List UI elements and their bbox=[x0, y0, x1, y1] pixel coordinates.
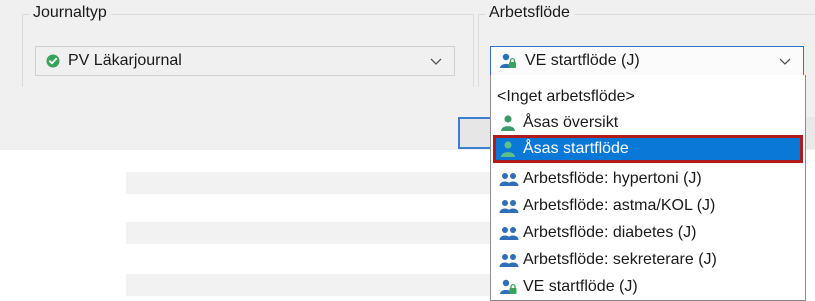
dropdown-item[interactable]: Åsas översikt bbox=[493, 109, 803, 137]
check-circle-icon bbox=[46, 54, 60, 68]
users-icon bbox=[499, 227, 519, 240]
dropdown-item-label: Åsas översikt bbox=[523, 114, 619, 131]
dropdown-item[interactable]: Arbetsflöde: sekreterare (J) bbox=[493, 246, 803, 274]
arbetsflode-label: Arbetsflöde bbox=[485, 3, 574, 23]
arbetsflode-select[interactable]: VE startflöde (J) bbox=[490, 46, 804, 76]
dropdown-item[interactable]: <Inget arbetsflöde> bbox=[493, 83, 803, 111]
dropdown-item[interactable]: Arbetsflöde: diabetes (J) bbox=[493, 219, 803, 247]
dropdown-item-selected[interactable]: Åsas startflöde bbox=[493, 135, 803, 163]
dropdown-item[interactable]: Arbetsflöde: hypertoni (J) bbox=[493, 165, 803, 193]
chevron-down-icon[interactable] bbox=[428, 53, 444, 69]
user-icon bbox=[501, 115, 515, 131]
dropdown-item[interactable]: VE startflöde (J) bbox=[493, 273, 803, 301]
dropdown-item-label: Arbetsflöde: astma/KOL (J) bbox=[523, 197, 716, 214]
arbetsflode-value: VE startflöde (J) bbox=[525, 52, 640, 69]
list-stripe bbox=[126, 222, 496, 244]
dropdown-item-label: Arbetsflöde: diabetes (J) bbox=[523, 224, 697, 241]
dropdown-item-label: Arbetsflöde: hypertoni (J) bbox=[523, 170, 702, 187]
dropdown-item[interactable]: Arbetsflöde: astma/KOL (J) bbox=[493, 192, 803, 220]
dropdown-item-label: VE startflöde (J) bbox=[523, 278, 638, 295]
users-icon bbox=[499, 200, 519, 213]
dropdown-item-label: Åsas startflöde bbox=[523, 140, 629, 157]
button-partial-right[interactable] bbox=[806, 117, 815, 149]
users-icon bbox=[499, 254, 519, 267]
chevron-down-icon[interactable] bbox=[777, 53, 793, 69]
users-icon bbox=[499, 173, 519, 186]
user-lock-icon bbox=[500, 53, 516, 68]
user-icon bbox=[501, 141, 515, 157]
journaltyp-select[interactable]: PV Läkarjournal bbox=[35, 46, 455, 76]
journaltyp-value: PV Läkarjournal bbox=[68, 52, 182, 69]
list-stripe bbox=[126, 274, 496, 296]
dropdown-item-label: Arbetsflöde: sekreterare (J) bbox=[523, 251, 717, 268]
journaltyp-label: Journaltyp bbox=[29, 3, 111, 23]
user-lock-icon bbox=[500, 279, 517, 294]
arbetsflode-dropdown-list[interactable]: <Inget arbetsflöde> Åsas översikt Åsas s… bbox=[490, 75, 806, 301]
dropdown-item-label: <Inget arbetsflöde> bbox=[497, 88, 635, 105]
list-stripe bbox=[126, 172, 496, 194]
